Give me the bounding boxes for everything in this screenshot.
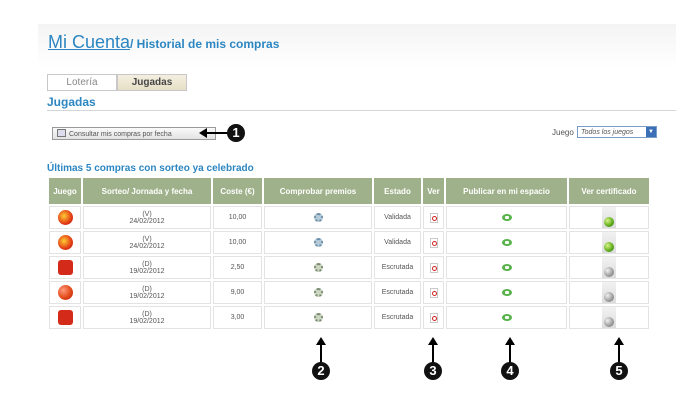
chevron-down-icon[interactable]: ▼ <box>646 127 656 137</box>
certificate-icon[interactable] <box>602 232 616 253</box>
col-ver: Ver <box>423 178 444 204</box>
mi-cuenta-link[interactable]: Mi Cuenta <box>48 32 130 53</box>
check-prizes-icon[interactable] <box>313 213 323 222</box>
cost-cell: 10,00 <box>213 231 262 254</box>
col-juego: Juego <box>49 178 81 204</box>
certificate-icon[interactable] <box>602 307 616 328</box>
draw-code: (D) <box>142 260 152 268</box>
estado-cell: Validada <box>374 231 421 254</box>
draw-code: (D) <box>142 310 152 318</box>
cost-cell: 10,00 <box>213 206 262 229</box>
cost-cell: 3,00 <box>213 306 262 329</box>
cost-cell: 2,50 <box>213 256 262 279</box>
page-header: Mi Cuenta / Historial de mis compras <box>38 24 676 68</box>
col-coste: Coste (€) <box>213 178 262 204</box>
annotation-2: 2 <box>312 362 330 380</box>
estado-cell: Escrutada <box>374 306 421 329</box>
draw-date: 19/02/2012 <box>129 292 165 300</box>
tab-jugadas[interactable]: Jugadas <box>117 74 187 91</box>
publish-icon[interactable] <box>501 288 512 296</box>
juego-filter-label: Juego <box>552 128 574 137</box>
annotation-arrow-4 <box>505 337 515 363</box>
estado-cell: Escrutada <box>374 256 421 279</box>
game-d-icon <box>57 310 73 325</box>
table-row: (V) 24/02/2012 10,00 Validada <box>49 231 649 254</box>
draw-date: 24/02/2012 <box>129 217 165 225</box>
check-prizes-icon[interactable] <box>313 238 323 247</box>
pdf-icon[interactable] <box>429 237 438 248</box>
consult-by-date-button[interactable]: Consultar mis compras por fecha <box>52 127 216 140</box>
table-row: (D) 19/02/2012 3,00 Escrutada <box>49 306 649 329</box>
game-b-icon <box>57 285 73 300</box>
col-estado: Estado <box>374 178 421 204</box>
tab-loteria[interactable]: Lotería <box>47 74 117 91</box>
annotation-arrow-1 <box>199 128 229 138</box>
publish-icon[interactable] <box>501 263 512 271</box>
publish-icon[interactable] <box>501 313 512 321</box>
col-comprobar: Comprobar premios <box>264 178 372 204</box>
annotation-3: 3 <box>424 362 442 380</box>
consult-by-date-label: Consultar mis compras por fecha <box>69 131 172 138</box>
check-prizes-icon[interactable] <box>313 313 323 322</box>
cost-cell: 9,00 <box>213 281 262 304</box>
pdf-icon[interactable] <box>429 212 438 223</box>
draw-code: (D) <box>142 285 152 293</box>
certificate-status-grey <box>604 292 614 302</box>
certificate-status-grey <box>604 267 614 277</box>
draw-date: 19/02/2012 <box>129 317 165 325</box>
certificate-status-green <box>604 242 614 252</box>
certificate-status-green <box>604 217 614 227</box>
col-publicar: Publicar en mi espacio <box>446 178 567 204</box>
juego-select-value: Todos los juegos <box>581 129 634 136</box>
table-title: Últimas 5 compras con sorteo ya celebrad… <box>47 163 254 174</box>
breadcrumb-current: / Historial de mis compras <box>130 37 280 51</box>
annotation-5: 5 <box>610 362 628 380</box>
draw-date: 19/02/2012 <box>129 267 165 275</box>
juego-select[interactable]: Todos los juegos ▼ <box>577 126 657 138</box>
pdf-icon[interactable] <box>429 262 438 273</box>
game-s-icon <box>57 235 73 250</box>
annotation-arrow-5 <box>614 337 624 363</box>
pdf-icon[interactable] <box>429 312 438 323</box>
certificate-icon[interactable] <box>602 282 616 303</box>
publish-icon[interactable] <box>501 238 512 246</box>
annotation-4: 4 <box>501 362 519 380</box>
draw-code: (V) <box>142 210 152 218</box>
annotation-arrow-3 <box>428 337 438 363</box>
estado-cell: Validada <box>374 206 421 229</box>
col-certificado: Ver certificado <box>569 178 649 204</box>
table-row: (D) 19/02/2012 9,00 Escrutada <box>49 281 649 304</box>
table-row: (D) 19/02/2012 2,50 Escrutada <box>49 256 649 279</box>
table-row: (V) 24/02/2012 10,00 Validada <box>49 206 649 229</box>
annotation-arrow-2 <box>316 337 326 363</box>
certificate-icon[interactable] <box>602 257 616 278</box>
check-prizes-icon[interactable] <box>313 263 323 272</box>
publish-icon[interactable] <box>501 213 512 221</box>
purchases-table: Juego Sorteo/ Jornada y fecha Coste (€) … <box>47 176 651 331</box>
calendar-icon <box>57 129 66 137</box>
annotation-1: 1 <box>227 124 245 142</box>
check-prizes-icon[interactable] <box>313 288 323 297</box>
draw-date: 24/02/2012 <box>129 242 165 250</box>
col-sorteo: Sorteo/ Jornada y fecha <box>83 178 211 204</box>
pdf-icon[interactable] <box>429 287 438 298</box>
certificate-status-grey <box>604 317 614 327</box>
game-d-icon <box>57 260 73 275</box>
section-title: Jugadas <box>47 95 96 109</box>
estado-cell: Escrutada <box>374 281 421 304</box>
section-divider <box>47 110 676 111</box>
draw-code: (V) <box>142 235 152 243</box>
game-s-icon <box>57 210 73 225</box>
certificate-icon[interactable] <box>602 207 616 228</box>
